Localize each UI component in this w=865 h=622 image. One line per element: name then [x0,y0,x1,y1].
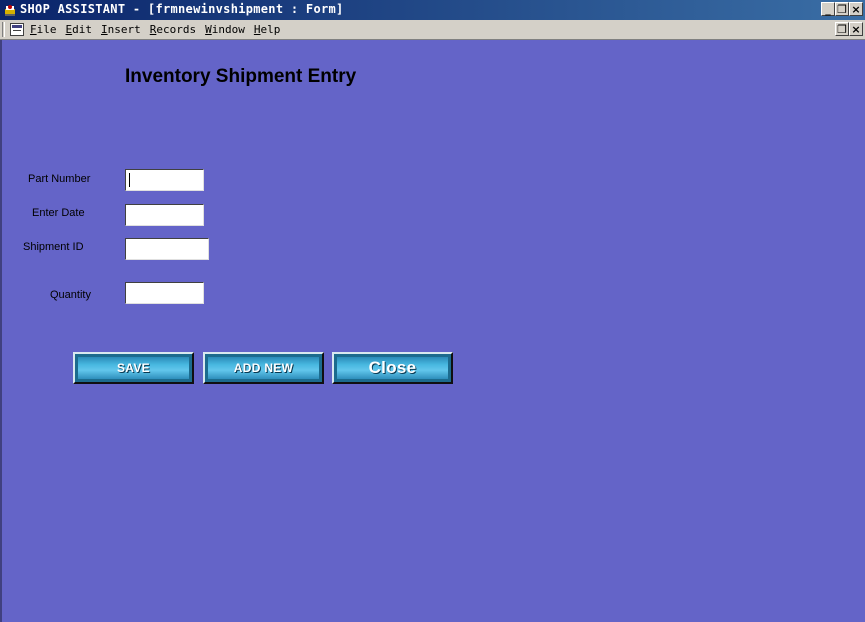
title-bar: SHOP ASSISTANT - [frmnewinvshipment : Fo… [0,0,865,20]
document-restore-button[interactable]: ❐ [835,22,849,36]
window-controls: _ ❐ × [821,2,863,18]
form-document-icon[interactable] [10,23,24,36]
menu-items: File Edit Insert Records Window Help [30,23,289,36]
add-new-button[interactable]: ADD NEW [203,352,324,384]
quantity-label: Quantity [50,289,91,301]
menu-records[interactable]: Records [150,23,196,36]
minimize-button[interactable]: _ [821,2,835,16]
document-window-controls: ❐ × [835,22,863,36]
menu-file[interactable]: File [30,23,57,36]
menu-window[interactable]: Window [205,23,245,36]
menu-insert[interactable]: Insert [101,23,141,36]
form-border [0,40,2,622]
window-title: SHOP ASSISTANT - [frmnewinvshipment : Fo… [20,2,344,16]
enter-date-label: Enter Date [32,207,85,219]
add-new-button-label: ADD NEW [208,357,319,379]
menu-bar: File Edit Insert Records Window Help ❐ × [0,20,865,40]
document-close-button[interactable]: × [849,22,863,36]
text-caret [129,173,130,187]
quantity-input[interactable] [125,282,204,304]
close-form-button-label: Close [337,357,448,379]
part-number-input[interactable] [125,169,204,191]
save-button-label: SAVE [78,357,189,379]
shipment-id-label: Shipment ID [23,241,84,253]
shipment-id-input[interactable] [125,238,209,260]
form-title: Inventory Shipment Entry [125,66,357,87]
restore-button[interactable]: ❐ [835,2,849,16]
menu-help[interactable]: Help [254,23,281,36]
enter-date-input[interactable] [125,204,204,226]
close-form-button[interactable]: Close [332,352,453,384]
menu-edit[interactable]: Edit [66,23,93,36]
menu-grip [2,22,5,37]
close-button[interactable]: × [849,2,863,16]
part-number-label: Part Number [28,173,91,185]
save-button[interactable]: SAVE [73,352,194,384]
shop-assistant-icon[interactable] [3,3,17,17]
